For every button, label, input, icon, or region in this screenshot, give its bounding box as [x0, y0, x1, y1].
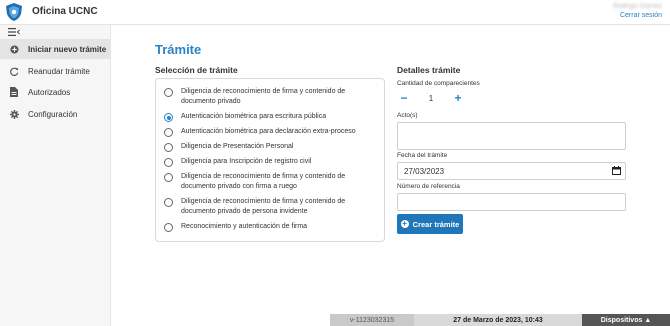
date-label: Fecha del trámite — [397, 152, 448, 159]
option-reconocimiento-autenticacion[interactable]: Reconocimiento y autenticación de firma — [164, 222, 374, 232]
sidebar-item-label: Autorizados — [28, 87, 71, 97]
sidebar-item-label: Reanudar trámite — [28, 66, 90, 76]
details-title: Detalles trámite — [397, 65, 461, 75]
reference-input[interactable] — [397, 193, 626, 211]
shield-logo-icon — [6, 3, 22, 21]
radio-button[interactable] — [164, 173, 173, 182]
option-label: Diligencia de reconocimiento de firma y … — [181, 173, 346, 190]
top-header: Oficina UCNC Rodrigo Gómez Cerrar sesión — [0, 0, 670, 25]
option-firma-a-ruego[interactable]: Diligencia de reconocimiento de firma y … — [164, 172, 374, 192]
count-stepper: − 1 + — [397, 90, 465, 106]
increment-button[interactable]: + — [451, 91, 465, 105]
selection-title: Selección de trámite — [155, 65, 238, 75]
page-title: Trámite — [155, 42, 202, 57]
create-button-label: Crear trámite — [412, 219, 460, 229]
user-name: Rodrigo Gómez — [612, 3, 662, 10]
count-value: 1 — [428, 93, 434, 103]
option-label: Diligencia para Inscripción de registro … — [181, 158, 312, 165]
status-bar: v-1123032315 27 de Marzo de 2023, 10:43 … — [330, 314, 670, 326]
count-label: Cantidad de comparecientes — [397, 80, 480, 87]
acts-textarea[interactable] — [397, 122, 626, 150]
calendar-icon[interactable] — [612, 166, 621, 175]
menu-collapse-icon[interactable] — [8, 27, 20, 37]
option-reconocimiento-privado[interactable]: Diligencia de reconocimiento de firma y … — [164, 87, 374, 107]
reference-label: Número de referencia — [397, 183, 460, 190]
radio-button[interactable] — [164, 128, 173, 137]
option-registro-civil[interactable]: Diligencia para Inscripción de registro … — [164, 157, 374, 167]
devices-button[interactable]: Dispositivos ▲ — [582, 314, 670, 326]
option-label: Autenticación biométrica para declaració… — [181, 128, 356, 135]
radio-button[interactable] — [164, 223, 173, 232]
sidebar-item-reanudar[interactable]: Reanudar trámite — [0, 61, 110, 81]
radio-button[interactable] — [164, 158, 173, 167]
sidebar-item-label: Iniciar nuevo trámite — [28, 44, 107, 54]
plus-circle-icon: + — [400, 219, 409, 228]
radio-button-selected[interactable] — [164, 113, 173, 122]
date-value: 27/03/2023 — [404, 167, 445, 176]
option-label: Diligencia de Presentación Personal — [181, 143, 294, 150]
document-icon — [9, 87, 19, 97]
app-title: Oficina UCNC — [32, 6, 98, 17]
date-field[interactable]: 27/03/2023 — [397, 162, 626, 180]
logout-link[interactable]: Cerrar sesión — [613, 12, 662, 19]
sidebar-item-autorizados[interactable]: Autorizados — [0, 82, 110, 102]
option-label: Reconocimiento y autenticación de firma — [181, 223, 308, 230]
option-label: Autenticación biométrica para escritura … — [181, 113, 327, 120]
sidebar-item-configuracion[interactable]: Configuración — [0, 104, 110, 124]
option-label: Diligencia de reconocimiento de firma y … — [181, 88, 346, 105]
acts-label: Acto(s) — [397, 112, 418, 119]
sidebar-item-iniciar[interactable]: Iniciar nuevo trámite — [0, 39, 110, 59]
user-block: Rodrigo Gómez Cerrar sesión — [613, 3, 662, 19]
gear-icon — [9, 109, 19, 119]
option-biometrica-extraproceso[interactable]: Autenticación biométrica para declaració… — [164, 127, 374, 137]
tramite-options-box: Diligencia de reconocimiento de firma y … — [155, 78, 385, 242]
option-biometrica-escritura[interactable]: Autenticación biométrica para escritura … — [164, 112, 374, 122]
sidebar: Iniciar nuevo trámite Reanudar trámite A… — [0, 25, 111, 326]
option-persona-invidente[interactable]: Diligencia de reconocimiento de firma y … — [164, 197, 374, 217]
radio-button[interactable] — [164, 88, 173, 97]
radio-button[interactable] — [164, 143, 173, 152]
sidebar-item-label: Configuración — [28, 109, 78, 119]
decrement-button[interactable]: − — [397, 91, 411, 105]
create-tramite-button[interactable]: + Crear trámite — [397, 214, 463, 234]
datetime-label: 27 de Marzo de 2023, 10:43 — [414, 314, 582, 326]
option-label: Diligencia de reconocimiento de firma y … — [181, 198, 346, 215]
refresh-icon — [9, 66, 19, 76]
radio-button[interactable] — [164, 198, 173, 207]
plus-circle-icon — [9, 44, 19, 54]
option-presentacion-personal[interactable]: Diligencia de Presentación Personal — [164, 142, 374, 152]
version-label: v-1123032315 — [330, 314, 414, 326]
